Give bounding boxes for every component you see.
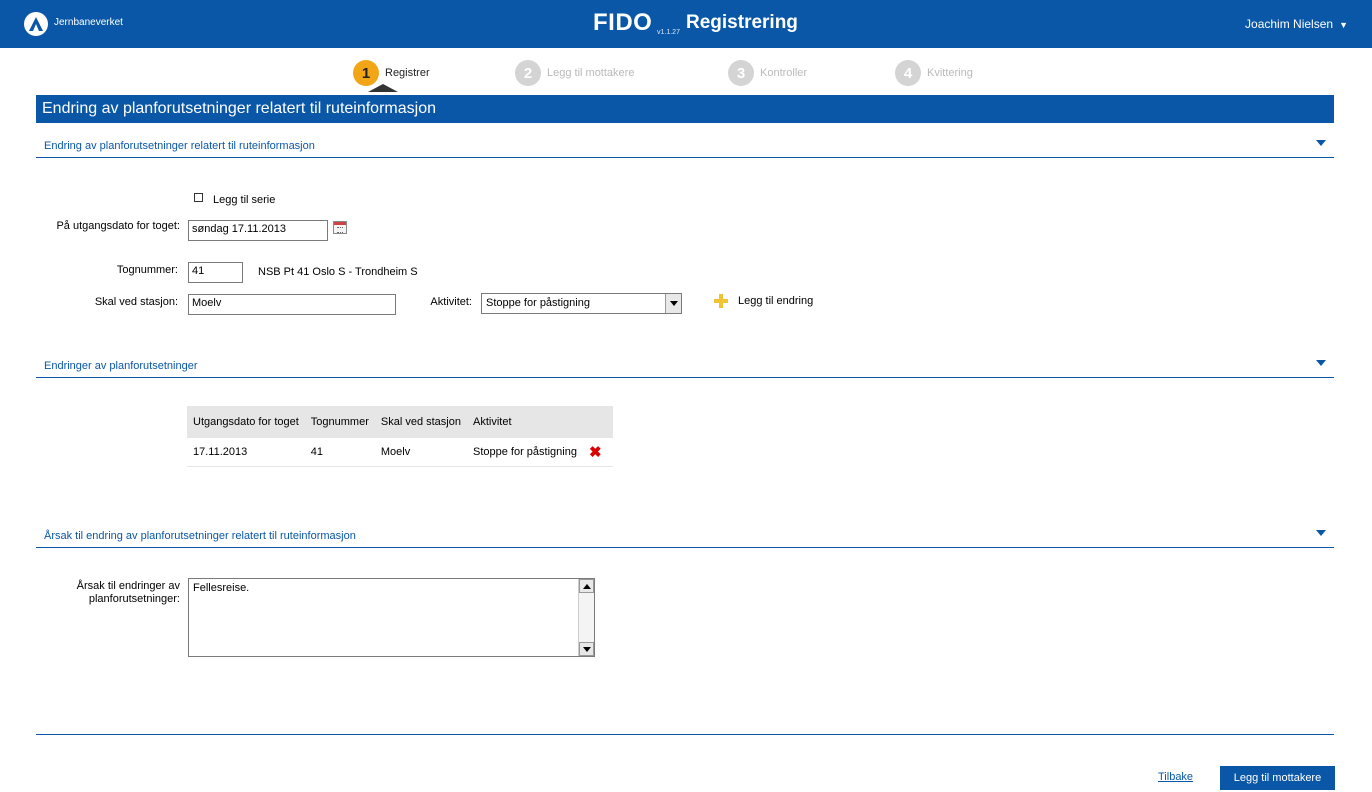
column-header: Skal ved stasjon [374, 406, 467, 438]
chevron-down-icon: ▼ [1339, 20, 1348, 30]
scroll-down-icon[interactable] [579, 642, 594, 656]
step-number: 3 [728, 60, 754, 86]
step-label: Registrer [385, 67, 430, 79]
app-version: v1.1.27 [657, 29, 680, 36]
column-header: Utgangsdato for toget [187, 406, 305, 438]
brand-name: Jernbaneverket [54, 17, 123, 28]
step-number: 1 [353, 60, 379, 86]
main-section-title: Endring av planforutsetninger relatert t… [36, 95, 1334, 123]
page-title: Registrering [686, 12, 798, 33]
step-label: Kvittering [927, 67, 973, 79]
reason-textarea[interactable]: Fellesreise. [188, 578, 595, 657]
station-input[interactable]: Moelv [188, 294, 396, 315]
column-header-actions [582, 406, 613, 438]
wizard-steps: 1 Registrer 2 Legg til mottakere 3 Kontr… [0, 60, 1372, 88]
reason-label: Årsak til endringer av planforutsetninge… [76, 580, 180, 605]
back-link[interactable]: Tilbake [1158, 771, 1193, 783]
dropdown-arrow-icon[interactable] [665, 294, 681, 313]
train-number-label: Tognummer: [116, 264, 178, 276]
step-number: 4 [895, 60, 921, 86]
section-title: Endringer av planforutsetninger [44, 360, 198, 372]
section-header-arsak[interactable]: Årsak til endring av planforutsetninger … [36, 526, 1334, 548]
cell-activity: Stoppe for påstigning [466, 438, 583, 467]
changes-table: Utgangsdato for toget Tognummer Skal ved… [187, 406, 613, 467]
train-number-input[interactable]: 41 [188, 262, 243, 283]
activity-selected-value: Stoppe for påstigning [486, 297, 590, 309]
delete-icon[interactable]: ✖ [589, 444, 602, 461]
series-checkbox[interactable] [194, 193, 203, 202]
user-menu[interactable]: Joachim Nielsen ▼ [1245, 17, 1348, 31]
textarea-scrollbar[interactable] [578, 579, 594, 656]
add-change-label: Legg til endring [738, 295, 814, 307]
activity-label: Aktivitet: [430, 296, 472, 308]
collapse-toggle-icon[interactable] [1316, 140, 1326, 146]
reason-text: Fellesreise. [193, 582, 250, 594]
section-title: Endring av planforutsetninger relatert t… [44, 140, 315, 152]
station-label: Skal ved stasjon: [94, 296, 178, 308]
train-description: NSB Pt 41 Oslo S - Trondheim S [258, 266, 418, 278]
step-label: Kontroller [760, 67, 808, 79]
step-number: 2 [515, 60, 541, 86]
app-name: FIDO [593, 9, 653, 36]
column-header: Aktivitet [466, 406, 583, 438]
step-registrer[interactable]: 1 Registrer [353, 60, 430, 86]
cell-station: Moelv [374, 438, 467, 467]
footer-divider [36, 734, 1334, 735]
collapse-toggle-icon[interactable] [1316, 360, 1326, 366]
add-change-button[interactable]: Legg til endring [714, 294, 813, 308]
section-header-endringer[interactable]: Endringer av planforutsetninger [36, 356, 1334, 378]
step-label: Legg til mottakere [547, 67, 635, 79]
jernbaneverket-logo-icon [24, 12, 48, 36]
step-legg-til-mottakere[interactable]: 2 Legg til mottakere [515, 60, 634, 86]
calendar-icon[interactable] [333, 221, 347, 234]
active-step-pointer [368, 84, 398, 92]
date-label: På utgangsdato for toget: [56, 220, 180, 232]
cell-train: 41 [304, 438, 375, 467]
top-bar: Jernbaneverket FIDO v1.1.27 Registrering… [0, 0, 1372, 48]
table-header-row: Utgangsdato for toget Tognummer Skal ved… [187, 406, 613, 438]
step-kvittering[interactable]: 4 Kvittering [895, 60, 973, 86]
plus-icon [714, 294, 728, 308]
step-kontroller[interactable]: 3 Kontroller [728, 60, 807, 86]
activity-select[interactable]: Stoppe for påstigning [481, 293, 682, 314]
column-header: Tognummer [304, 406, 375, 438]
date-input[interactable]: søndag 17.11.2013 [188, 220, 328, 241]
user-name: Joachim Nielsen [1245, 17, 1334, 31]
cell-date: 17.11.2013 [187, 438, 305, 467]
scroll-up-icon[interactable] [579, 579, 594, 593]
section-title: Årsak til endring av planforutsetninger … [44, 530, 356, 542]
section-header-endring[interactable]: Endring av planforutsetninger relatert t… [36, 136, 1334, 158]
add-recipients-button[interactable]: Legg til mottakere [1220, 766, 1335, 790]
series-checkbox-label: Legg til serie [213, 194, 276, 206]
table-row: 17.11.2013 41 Moelv Stoppe for påstignin… [187, 438, 613, 467]
collapse-toggle-icon[interactable] [1316, 530, 1326, 536]
